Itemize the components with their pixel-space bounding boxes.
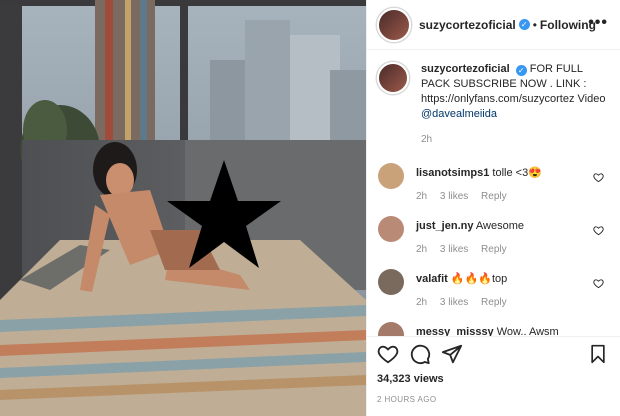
- view-count[interactable]: 34,323 views: [367, 371, 620, 385]
- verified-badge-icon: ✓: [515, 65, 527, 76]
- heart-icon[interactable]: [377, 343, 399, 365]
- comment-item: messy_misssy Wow.. Awsm: [377, 322, 610, 336]
- instagram-post: suzycortezoficial ✓ • Following ••• suzy…: [0, 0, 620, 416]
- post-caption: suzycortezoficial ✓ FOR FULL PACK SUBSCR…: [377, 62, 610, 147]
- comment-item: valafit 🔥🔥🔥top 2h 3 likes Reply: [377, 269, 610, 310]
- caption-time: 2h: [421, 134, 433, 145]
- post-timestamp: 2 HOURS AGO: [377, 395, 437, 404]
- comment-avatar[interactable]: [378, 163, 404, 189]
- comment-meta: 2h 3 likes Reply: [416, 242, 524, 257]
- like-comment-icon[interactable]: [593, 278, 604, 289]
- author-avatar[interactable]: [377, 7, 411, 42]
- comment-meta: 2h 3 likes Reply: [416, 189, 542, 204]
- comment-item: just_jen.ny Awesome 2h 3 likes Reply: [377, 216, 610, 257]
- follow-separator: •: [532, 17, 537, 32]
- comment-body: valafit 🔥🔥🔥top 2h 3 likes Reply: [416, 269, 517, 310]
- post-panel: suzycortezoficial ✓ • Following ••• suzy…: [366, 0, 620, 416]
- comment-username[interactable]: messy_misssy: [416, 326, 494, 336]
- comment-reply[interactable]: Reply: [481, 297, 507, 308]
- caption-mention[interactable]: @davealmeiida: [421, 108, 497, 120]
- post-header: suzycortezoficial ✓ • Following •••: [367, 0, 620, 50]
- comment-body: just_jen.ny Awesome 2h 3 likes Reply: [416, 216, 524, 257]
- bookmark-icon[interactable]: [588, 343, 608, 365]
- comment-text: Awesome: [475, 220, 525, 232]
- comment-likes[interactable]: 3 likes: [440, 191, 468, 202]
- photo-illustration: [0, 0, 366, 416]
- comment-avatar[interactable]: [378, 322, 404, 336]
- comment-body: lisanotsimps1 tolle <3😍 2h 3 likes Reply: [416, 163, 542, 204]
- comment-text: 🔥🔥🔥top: [450, 273, 508, 285]
- comment-item: lisanotsimps1 tolle <3😍 2h 3 likes Reply: [377, 163, 610, 204]
- comment-text: Wow.. Awsm: [496, 326, 559, 336]
- share-icon[interactable]: [441, 343, 463, 365]
- action-bar: [367, 336, 620, 371]
- caption-body: suzycortezoficial ✓ FOR FULL PACK SUBSCR…: [421, 62, 610, 147]
- comment-text: tolle <3😍: [492, 167, 542, 179]
- comment-likes[interactable]: 3 likes: [440, 244, 468, 255]
- comment-username[interactable]: valafit: [416, 273, 448, 285]
- caption-link[interactable]: https://onlyfans.com/suzycortez: [421, 93, 574, 105]
- comment-body: messy_misssy Wow.. Awsm: [416, 322, 559, 336]
- comment-time: 2h: [416, 191, 428, 202]
- caption-avatar[interactable]: [377, 62, 409, 94]
- caption-username[interactable]: suzycortezoficial: [421, 63, 510, 75]
- more-options-icon[interactable]: •••: [588, 14, 608, 32]
- comment-reply[interactable]: Reply: [481, 191, 507, 202]
- post-image[interactable]: [0, 0, 366, 416]
- bottom-spacer: [367, 404, 620, 416]
- comment-avatar[interactable]: [378, 216, 404, 242]
- caption-text-2: Video: [577, 93, 606, 105]
- comment-username[interactable]: just_jen.ny: [416, 220, 473, 232]
- comment-avatar[interactable]: [378, 269, 404, 295]
- like-comment-icon[interactable]: [593, 225, 604, 236]
- author-username[interactable]: suzycortezoficial: [419, 18, 516, 32]
- comment-time: 2h: [416, 244, 428, 255]
- comment-meta: 2h 3 likes Reply: [416, 295, 517, 310]
- comments-list[interactable]: suzycortezoficial ✓ FOR FULL PACK SUBSCR…: [367, 50, 620, 336]
- comment-username[interactable]: lisanotsimps1: [416, 167, 489, 179]
- comment-time: 2h: [416, 297, 428, 308]
- comment-reply[interactable]: Reply: [481, 244, 507, 255]
- comment-likes[interactable]: 3 likes: [440, 297, 468, 308]
- like-comment-icon[interactable]: [593, 172, 604, 183]
- verified-badge-icon: ✓: [518, 19, 530, 30]
- comment-icon[interactable]: [409, 343, 431, 365]
